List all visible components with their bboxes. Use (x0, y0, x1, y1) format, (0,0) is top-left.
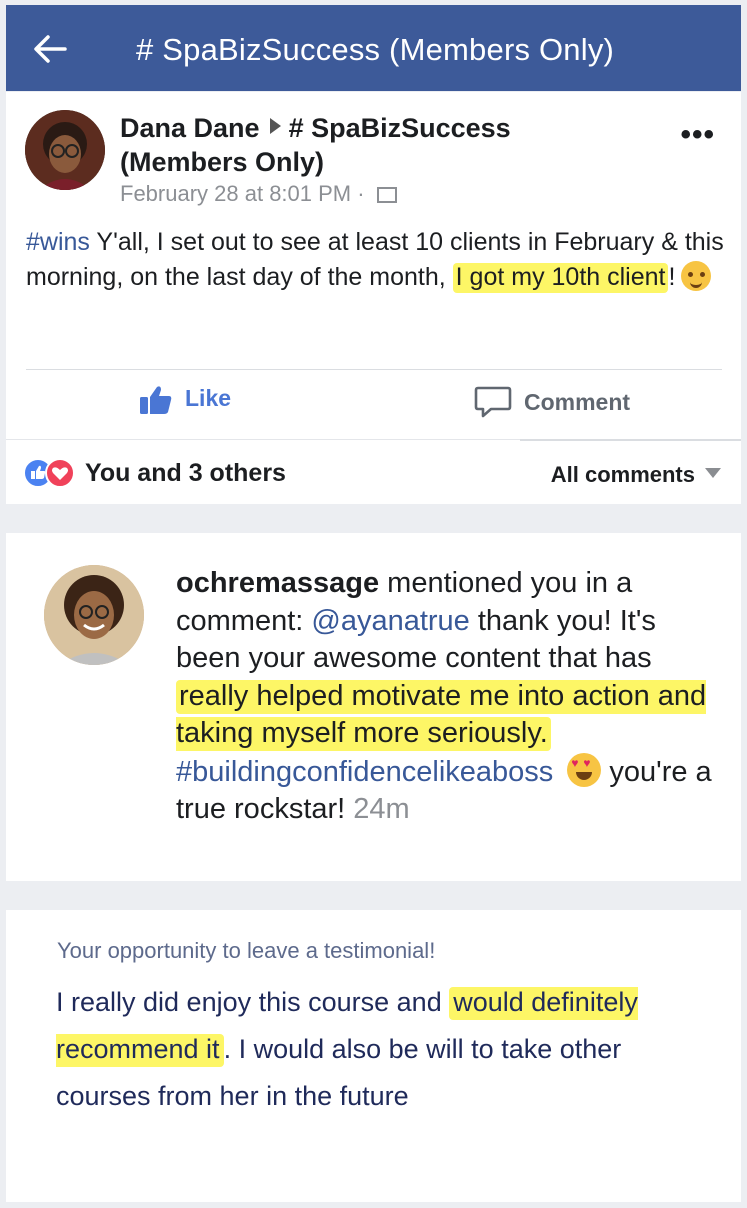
group-name-continued[interactable]: (Members Only) (120, 145, 324, 179)
post-text-end: ! (668, 263, 676, 291)
reactions-summary[interactable]: You and 3 others (23, 458, 286, 492)
testimonial-card: Your opportunity to leave a testimonial!… (6, 910, 741, 1202)
all-comments-label: All comments (550, 462, 695, 487)
thumbs-up-icon (140, 386, 172, 414)
group-post-card: Dana Dane # SpaBizSuccess (Members Only) … (6, 92, 741, 504)
like-label: Like (185, 385, 232, 411)
heart-eyes-emoji (567, 752, 602, 787)
notification-time: 24m (353, 793, 410, 825)
author-avatar[interactable] (25, 110, 105, 190)
all-comments-dropdown[interactable]: All comments (551, 462, 721, 488)
comment-bubble-icon (474, 386, 512, 418)
back-arrow-icon[interactable] (32, 33, 68, 65)
testimonial-label: Your opportunity to leave a testimonial! (57, 938, 436, 963)
comment-button[interactable]: Comment (474, 385, 630, 425)
post-hashtag[interactable]: #wins (26, 228, 90, 256)
reactions-count: You and 3 others (85, 458, 286, 487)
divider (520, 439, 741, 441)
testimonial-text: I really did enjoy this course and would… (56, 979, 716, 1120)
love-reaction-icon (45, 458, 75, 488)
page-title: # SpaBizSuccess (Members Only) (136, 32, 615, 67)
top-navigation-bar: # SpaBizSuccess (Members Only) (6, 5, 741, 91)
commenter-avatar[interactable] (44, 565, 144, 665)
more-options-icon[interactable]: ••• (680, 118, 715, 152)
post-highlight: I got my 10th client (452, 263, 669, 293)
commenter-name[interactable]: ochremassage (176, 567, 379, 599)
divider (26, 369, 722, 370)
group-name[interactable]: # SpaBizSuccess (289, 113, 511, 143)
notification-highlight: really helped motivate me into action an… (176, 679, 707, 751)
post-timestamp: February 28 at 8:01 PM · (120, 181, 397, 207)
timestamp-text: February 28 at 8:01 PM · (120, 181, 365, 206)
group-privacy-icon (376, 187, 397, 204)
notification-text: ochremassage mentioned you in a comment:… (176, 565, 716, 829)
post-body: #wins Y'all, I set out to see at least 1… (26, 225, 726, 295)
like-button[interactable]: Like (139, 385, 231, 425)
testimonial-text-part: I really did enjoy this course and (56, 987, 450, 1017)
post-author-line: Dana Dane # SpaBizSuccess (120, 111, 511, 145)
party-face-emoji (681, 261, 712, 291)
dropdown-caret-icon (705, 468, 721, 478)
triangle-arrow-icon (269, 118, 281, 134)
notification-hashtag[interactable]: #buildingconfidencelikeaboss (176, 756, 553, 788)
mention-notification-card[interactable]: ochremassage mentioned you in a comment:… (6, 533, 741, 881)
mention-link[interactable]: @ayanatrue (311, 605, 469, 637)
comment-label: Comment (524, 389, 631, 415)
author-name[interactable]: Dana Dane (120, 113, 260, 143)
